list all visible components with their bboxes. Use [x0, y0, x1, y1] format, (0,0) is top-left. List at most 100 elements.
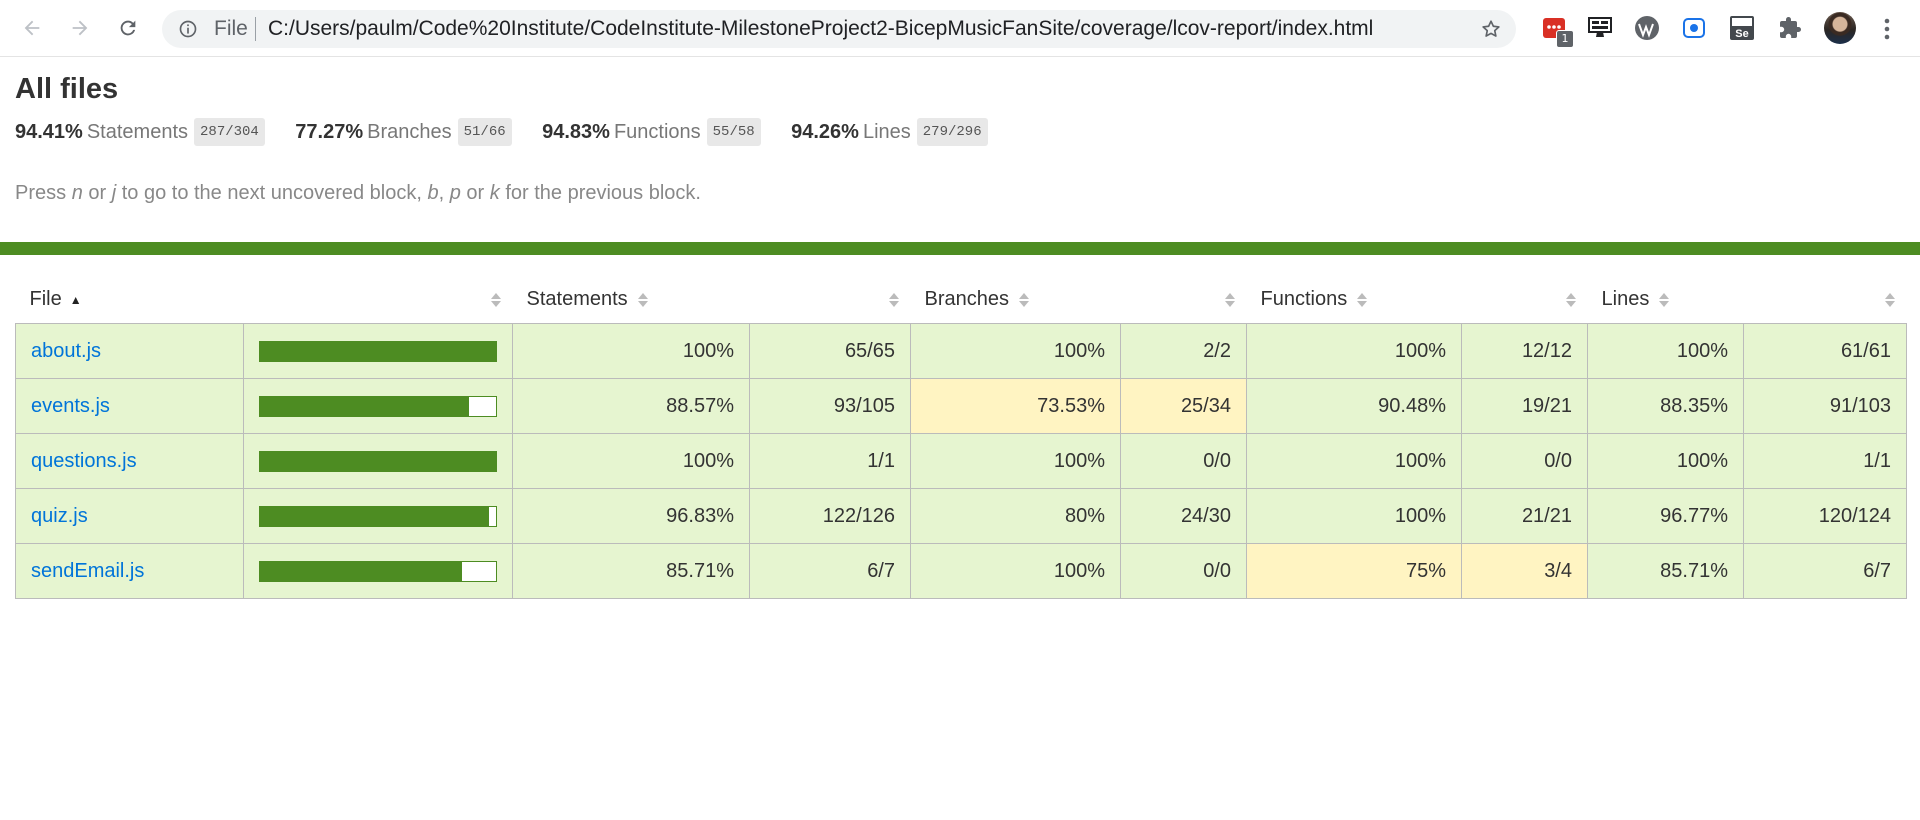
summary-functions: 94.83% Functions 55/58 — [542, 118, 761, 148]
coverage-bar — [259, 505, 497, 527]
url-text[interactable]: C:/Users/paulm/Code%20Institute/CodeInst… — [268, 18, 1373, 39]
summary-branches: 77.27% Branches 51/66 — [295, 118, 512, 148]
statements-pct: 88.57% — [512, 378, 750, 434]
coverage-bar-fill — [260, 451, 496, 471]
header-functions-frac[interactable] — [1462, 276, 1588, 324]
extension-record-button[interactable] — [1678, 12, 1710, 44]
lines-fraction: 61/61 — [1743, 323, 1907, 379]
statements-fraction: 122/126 — [749, 488, 911, 544]
summary-fraction: 55/58 — [706, 118, 761, 146]
functions-fraction: 0/0 — [1461, 433, 1588, 489]
lines-pct: 88.35% — [1587, 378, 1744, 434]
coverage-status-bar — [0, 242, 1920, 255]
wordpress-icon — [1635, 16, 1659, 40]
header-statements[interactable]: Statements — [513, 276, 750, 324]
forward-button[interactable] — [62, 10, 98, 46]
hint-text: or — [460, 182, 490, 204]
file-link[interactable]: quiz.js — [31, 505, 88, 527]
table-header-row: File ▲ Statements Branches Functions Line… — [16, 276, 1907, 324]
address-bar[interactable]: File C:/Users/paulm/Code%20Institute/Cod… — [162, 10, 1516, 48]
summary-label: Branches — [367, 121, 452, 144]
coverage-summary: 94.41% Statements 287/304 77.27% Branches 51… — [15, 118, 1014, 150]
hint-text: Press — [15, 182, 72, 204]
header-functions-label: Functions — [1260, 288, 1348, 310]
statements-pct: 100% — [512, 323, 750, 379]
info-icon[interactable] — [178, 19, 198, 39]
extension-badge: 1 — [1556, 30, 1574, 48]
file-link[interactable]: about.js — [31, 340, 101, 362]
sort-ascending-icon: ▲ — [69, 292, 82, 307]
file-link[interactable]: questions.js — [31, 450, 137, 472]
extension-monitor-button[interactable] — [1584, 12, 1616, 44]
header-branches-frac[interactable] — [1121, 276, 1247, 324]
extensions-menu-button[interactable] — [1774, 12, 1806, 44]
file-link[interactable]: sendEmail.js — [31, 560, 144, 582]
lines-pct: 100% — [1587, 323, 1744, 379]
summary-fraction: 287/304 — [194, 118, 265, 146]
summary-pct: 94.26% — [791, 121, 859, 144]
coverage-bar-fill — [260, 561, 463, 581]
summary-pct: 94.41% — [15, 121, 83, 144]
sort-icon — [1224, 292, 1235, 308]
header-lines-frac[interactable] — [1744, 276, 1907, 324]
lines-fraction: 91/103 — [1743, 378, 1907, 434]
coverage-bar-cell — [243, 433, 513, 489]
file-link[interactable]: events.js — [31, 395, 110, 417]
bookmark-star-icon[interactable] — [1480, 18, 1502, 40]
header-branches[interactable]: Branches — [911, 276, 1121, 324]
sort-icon — [1884, 292, 1895, 308]
hint-key: n — [71, 182, 83, 204]
statements-fraction: 1/1 — [749, 433, 911, 489]
coverage-table: File ▲ Statements Branches Functions Line… — [15, 276, 1907, 599]
header-functions[interactable]: Functions — [1247, 276, 1462, 324]
summary-pct: 94.83% — [542, 121, 610, 144]
hint-text: for the previous block. — [499, 182, 701, 204]
table-row: about.js 100% 65/65 100% 2/2 100% 12/12 … — [15, 323, 1907, 379]
branches-fraction: 25/34 — [1120, 378, 1247, 434]
coverage-bar-cell — [243, 543, 513, 599]
header-lines[interactable]: Lines — [1588, 276, 1744, 324]
lines-fraction: 6/7 — [1743, 543, 1907, 599]
sort-icon — [1019, 292, 1029, 308]
branches-fraction: 2/2 — [1120, 323, 1247, 379]
summary-pct: 77.27% — [295, 121, 364, 144]
header-file[interactable]: File ▲ — [16, 276, 244, 324]
sort-icon — [1357, 292, 1368, 308]
reload-button[interactable] — [110, 10, 146, 46]
extension-red-button[interactable]: 1 — [1538, 12, 1574, 48]
profile-avatar[interactable] — [1824, 12, 1856, 44]
table-row: questions.js 100% 1/1 100% 0/0 100% 0/0 … — [15, 433, 1907, 489]
extension-wordpress-button[interactable] — [1631, 12, 1663, 44]
file-cell: questions.js — [15, 433, 244, 489]
back-button[interactable] — [14, 10, 50, 46]
header-file-label: File — [29, 288, 62, 310]
hint-key: b — [427, 182, 439, 204]
branches-pct: 100% — [910, 323, 1121, 379]
hint-key: p — [449, 182, 461, 204]
coverage-bar-fill — [260, 341, 496, 361]
selenium-label: Se — [1735, 28, 1748, 40]
omnibox-divider — [255, 17, 256, 41]
puzzle-piece-icon — [1780, 17, 1801, 38]
table-row: events.js 88.57% 93/105 73.53% 25/34 90.… — [15, 378, 1907, 434]
browser-toolbar: File C:/Users/paulm/Code%20Institute/Cod… — [0, 0, 1920, 57]
functions-fraction: 3/4 — [1461, 543, 1588, 599]
extension-selenium-button[interactable]: Se — [1726, 12, 1758, 44]
functions-pct: 100% — [1246, 488, 1462, 544]
header-file-bar[interactable] — [244, 276, 513, 324]
hint-text: or — [82, 182, 112, 204]
screen-record-icon — [1683, 18, 1705, 38]
header-lines-label: Lines — [1601, 288, 1650, 310]
header-statements-frac[interactable] — [750, 276, 911, 324]
coverage-bar-cell — [243, 378, 513, 434]
sort-icon — [888, 292, 899, 308]
branches-fraction: 24/30 — [1120, 488, 1247, 544]
more-menu-icon[interactable] — [1872, 14, 1902, 44]
table-row: quiz.js 96.83% 122/126 80% 24/30 100% 21… — [15, 488, 1907, 544]
sort-icon — [1659, 292, 1670, 308]
summary-statements: 94.41% Statements 287/304 — [15, 118, 265, 148]
summary-lines: 94.26% Lines 279/296 — [791, 118, 988, 148]
functions-pct: 75% — [1246, 543, 1462, 599]
sort-icon — [637, 292, 648, 308]
summary-label: Functions — [613, 121, 701, 144]
